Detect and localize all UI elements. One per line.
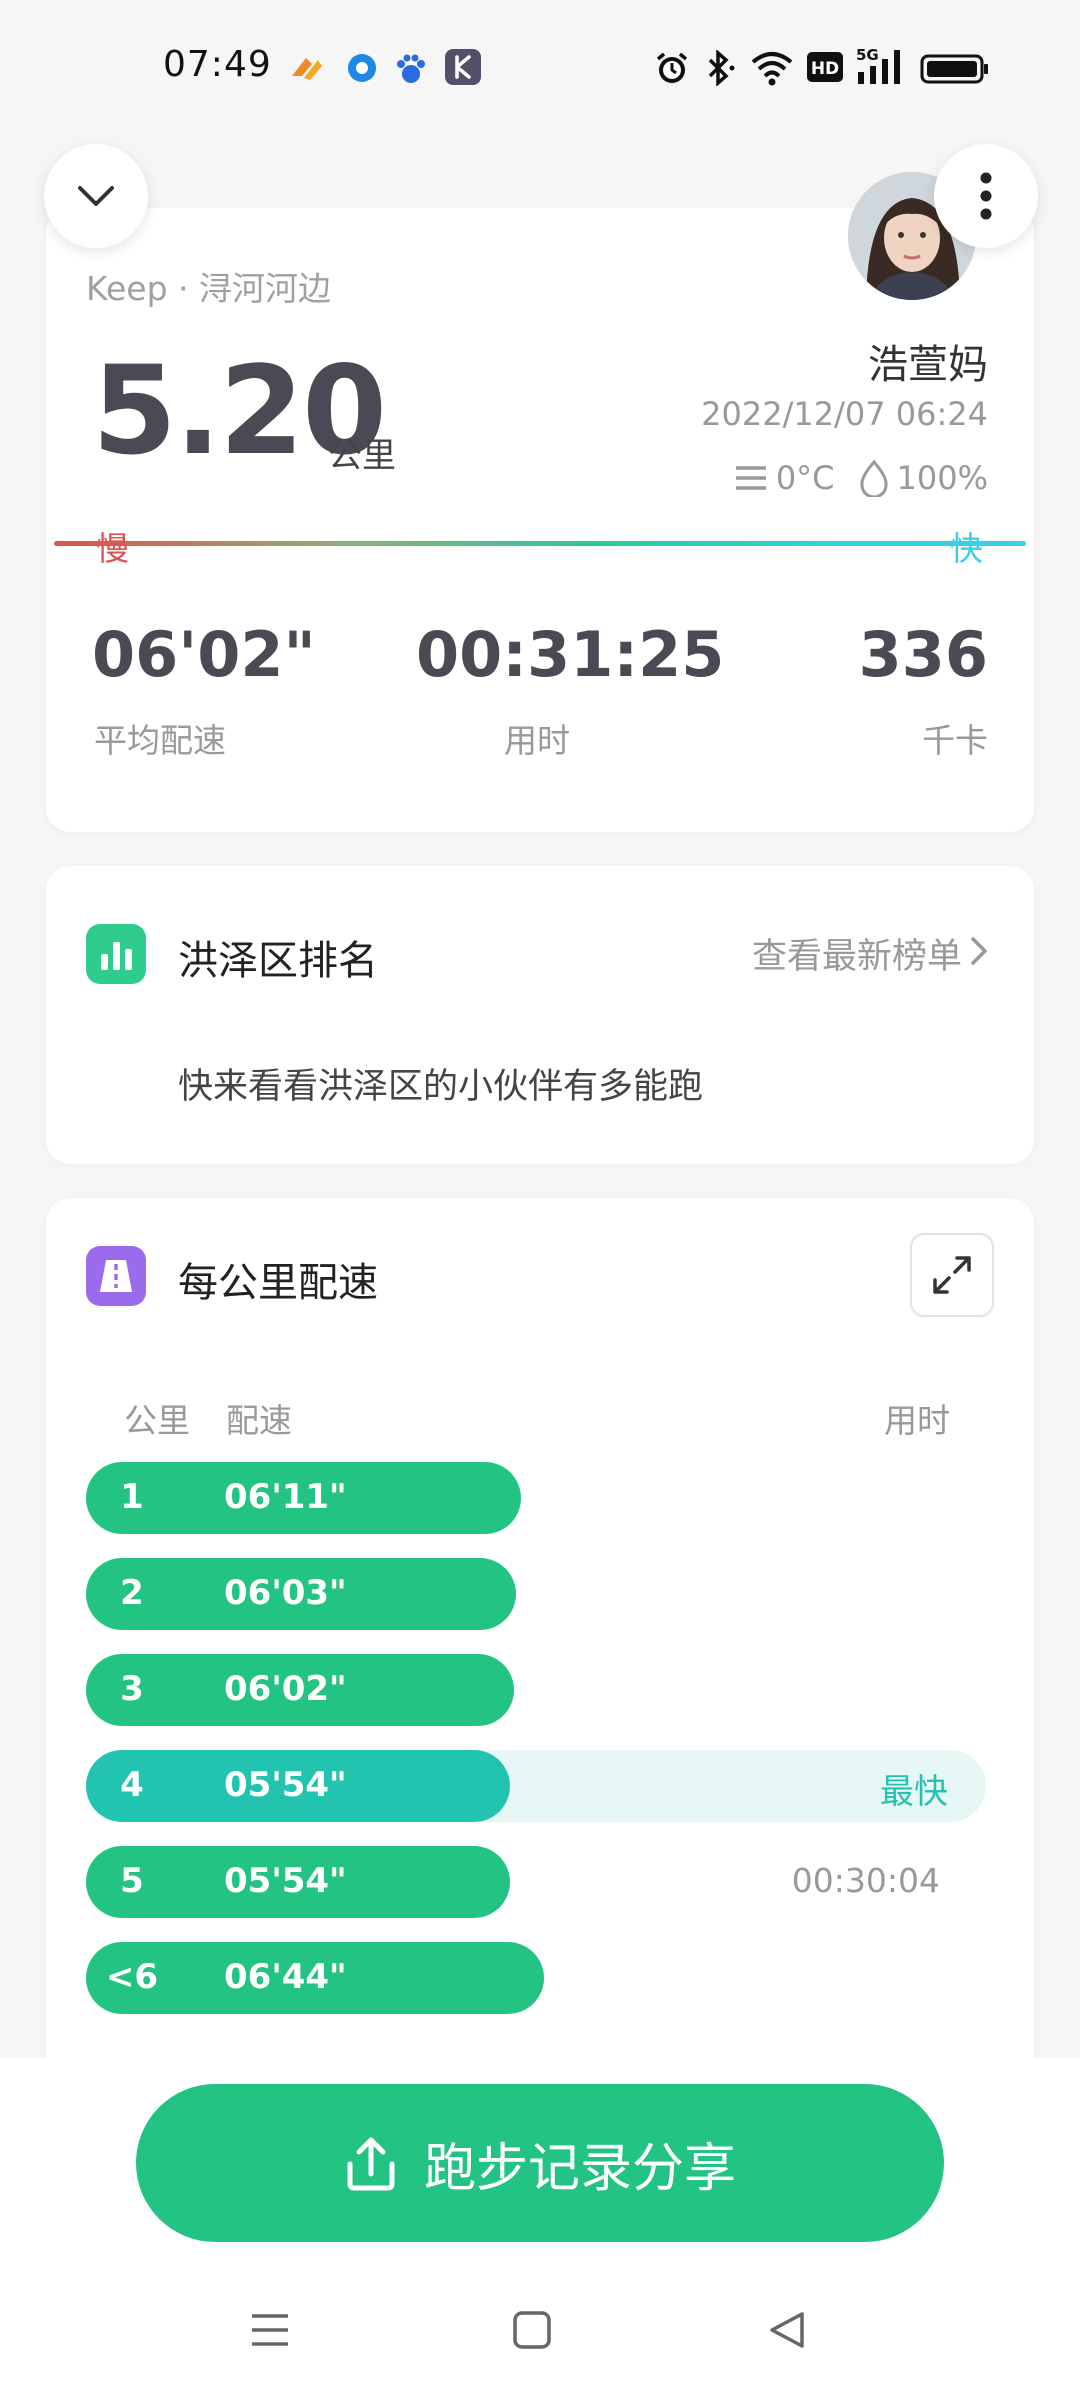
- fast-label: 快: [950, 529, 983, 568]
- col-time-header: 用时: [884, 1401, 950, 1440]
- keep-notification-icon: [444, 48, 482, 90]
- slow-label: 慢: [96, 529, 129, 568]
- pace-bar: 3 06'02": [86, 1654, 514, 1726]
- browser-notification-icon: [344, 50, 380, 90]
- duration-value: 00:31:25: [416, 618, 725, 691]
- pace-bar: <6 06'44": [86, 1942, 544, 2014]
- pace-row: 1 06'11": [86, 1462, 986, 1534]
- distance-unit: 公里: [328, 436, 396, 476]
- col-km-header: 公里: [124, 1401, 190, 1440]
- fastest-badge: 最快: [880, 1772, 948, 1812]
- road-icon: [86, 1246, 146, 1306]
- menu-nav-icon[interactable]: [250, 2310, 290, 2354]
- pace-km: 4: [120, 1765, 144, 1805]
- pace-km: <6: [105, 1957, 159, 1997]
- pace-value: 06'02": [224, 1669, 347, 1709]
- ranking-description: 快来看看洪泽区的小伙伴有多能跑: [178, 1067, 704, 1107]
- signal-5g-icon: 5G: [856, 46, 908, 90]
- pace-km: 3: [120, 1669, 144, 1709]
- run-datetime: 2022/12/07 06:24: [701, 395, 988, 433]
- pace-bar: 2 06'03": [86, 1558, 516, 1630]
- wifi-icon: [750, 50, 794, 90]
- pace-value: 06'11": [224, 1477, 347, 1517]
- alarm-icon: [654, 50, 690, 90]
- baidu-notification-icon: [392, 50, 430, 92]
- pace-row: 3 06'02": [86, 1654, 986, 1726]
- pace-row: 2 06'03": [86, 1558, 986, 1630]
- humidity-drop-icon: [859, 459, 888, 497]
- pace-gradient-bar: [54, 541, 1026, 546]
- user-name: 浩萱妈: [868, 342, 988, 388]
- share-button-label: 跑步记录分享: [423, 2138, 736, 2199]
- split-elapsed-time: 00:30:04: [791, 1861, 940, 1900]
- more-vertical-icon: [980, 172, 992, 220]
- pace-bar: 4 05'54": [86, 1750, 510, 1822]
- back-nav-icon[interactable]: [768, 2310, 808, 2354]
- pace-section-title: 每公里配速: [178, 1260, 378, 1306]
- pace-value: 06'03": [224, 1573, 347, 1613]
- ranking-chart-icon: [86, 924, 146, 984]
- pace-km: 1: [120, 1477, 144, 1517]
- weather-info: 0°C 100%: [734, 456, 988, 500]
- ranking-title: 洪泽区排名: [178, 938, 378, 984]
- temperature: 0°C: [775, 459, 835, 497]
- chevron-right-icon[interactable]: [968, 934, 990, 972]
- pace-row: <6 06'44": [86, 1942, 986, 2014]
- collapse-button[interactable]: [44, 144, 148, 248]
- calories-value: 336: [858, 618, 988, 691]
- home-nav-icon[interactable]: [512, 2310, 552, 2354]
- app-notification-icon: [288, 50, 324, 90]
- pace-value: 05'54": [224, 1765, 347, 1805]
- network-label: 5G: [856, 46, 879, 64]
- hd-icon: HD: [806, 50, 844, 88]
- pace-bar: 5 05'54": [86, 1846, 510, 1918]
- bluetooth-icon: [702, 49, 736, 90]
- pace-value: 05'54": [224, 1861, 347, 1901]
- duration-label: 用时: [504, 721, 570, 760]
- chevron-down-icon: [78, 186, 114, 206]
- view-leaderboard-link[interactable]: 查看最新榜单: [752, 928, 962, 979]
- more-options-button[interactable]: [934, 144, 1038, 248]
- pace-row: 5 05'54" 00:30:04: [86, 1846, 986, 1918]
- pace-value: 06'44": [224, 1957, 347, 1997]
- share-upload-icon: [347, 2137, 395, 2191]
- ranking-card[interactable]: [46, 866, 1034, 1164]
- pace-km: 2: [120, 1573, 144, 1613]
- status-time: 07:49: [163, 44, 272, 85]
- run-source-location: Keep · 浔河河边: [86, 269, 332, 308]
- expand-icon: [933, 1256, 971, 1294]
- share-run-button[interactable]: 跑步记录分享: [136, 2084, 944, 2242]
- humidity: 100%: [896, 459, 988, 497]
- pace-km: 5: [120, 1861, 144, 1901]
- weather-fog-icon: [735, 466, 766, 490]
- calories-label: 千卡: [922, 721, 988, 760]
- battery-icon: [920, 54, 990, 88]
- avg-pace-label: 平均配速: [94, 721, 226, 760]
- hd-label: HD: [811, 59, 839, 79]
- pace-row-fastest: 4 05'54" 最快: [86, 1750, 986, 1822]
- col-pace-header: 配速: [226, 1401, 292, 1440]
- avg-pace-value: 06'02": [92, 618, 316, 691]
- expand-button[interactable]: [910, 1233, 994, 1317]
- pace-bar: 1 06'11": [86, 1462, 521, 1534]
